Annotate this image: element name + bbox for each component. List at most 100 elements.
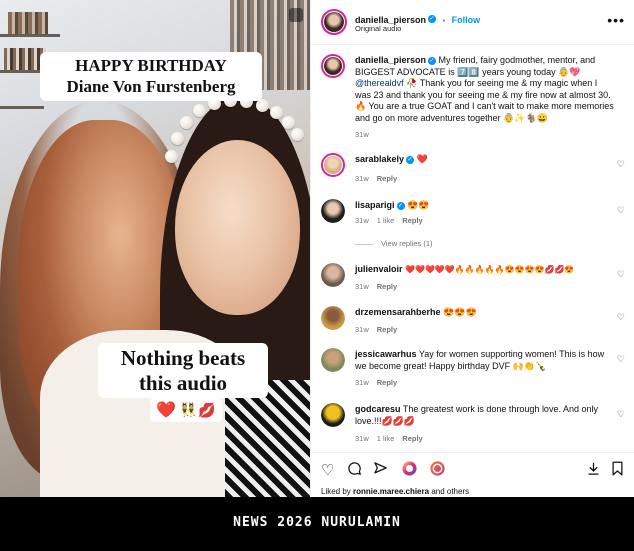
separator: • <box>442 16 446 25</box>
commenter-username[interactable]: jessicawarhus <box>355 349 417 359</box>
commenter-username[interactable]: drzemensarahberhe <box>355 307 441 317</box>
author-avatar[interactable] <box>321 54 345 78</box>
birthday-caption: HAPPY BIRTHDAY Diane Von Furstenberg <box>40 52 262 101</box>
view-replies-button[interactable]: View replies (1) <box>355 239 433 248</box>
avatar-image <box>321 403 345 427</box>
commenter-avatar[interactable] <box>321 263 345 287</box>
post-photo[interactable]: HAPPY BIRTHDAY Diane Von Furstenberg Not… <box>0 0 310 497</box>
bookmark-icon[interactable] <box>611 461 624 480</box>
comment-likes[interactable]: 1 like <box>377 434 395 443</box>
audio-caption: Nothing beats this audio <box>98 343 268 398</box>
comment-item: sarablakely ✓ ❤️ 31w Reply ♡ <box>321 153 631 187</box>
caption-line: BIGGEST ADVOCATE is 7️⃣8️⃣ years young t… <box>355 66 581 77</box>
caption-text: daniella_pierson ✓ My friend, fairy godmo… <box>355 55 625 141</box>
pearl <box>180 116 193 129</box>
comment-meta: 31w Reply <box>355 378 405 387</box>
comment-item: julienvaloir ❤️❤️❤️❤️❤️🔥🔥🔥🔥🔥😍😍😍😍💋💋😍 31w R… <box>321 263 631 297</box>
heart-emoji: ❤️ <box>156 402 177 419</box>
more-horizontal-icon[interactable]: ••• <box>607 12 625 28</box>
download-icon[interactable] <box>586 461 601 480</box>
follow-button[interactable]: Follow <box>452 15 481 25</box>
comment-text: lisaparigi ✓ 😍😍 <box>355 200 615 212</box>
bookshelf <box>0 34 60 37</box>
comment-item: jessicawarhus Yay for women supporting w… <box>321 348 631 392</box>
watermark-bar: NEWS 2026 NURULAMIN <box>0 497 634 551</box>
post-sidebar: daniella_pierson ✓ • Follow Original audi… <box>310 0 634 497</box>
comment-time: 31w <box>355 378 369 387</box>
post-header: daniella_pierson ✓ • Follow Original audi… <box>311 0 634 45</box>
commenter-avatar[interactable] <box>321 348 345 372</box>
pearl <box>171 132 184 145</box>
verified-badge-icon: ✓ <box>406 155 415 164</box>
avatar-image <box>321 306 345 330</box>
pearl <box>165 150 178 163</box>
comment-line: godcaresu The greatest work is done thro… <box>355 404 615 416</box>
pearl <box>270 106 283 119</box>
avatar-image <box>324 57 342 75</box>
comment-meta: 31w Reply <box>355 174 405 183</box>
heart-outline-icon[interactable]: ♡ <box>617 269 625 280</box>
audio-link[interactable]: Original audio <box>355 24 401 33</box>
heart-outline-icon[interactable]: ♡ <box>617 409 625 420</box>
comment-text: julienvaloir ❤️❤️❤️❤️❤️🔥🔥🔥🔥🔥😍😍😍😍💋💋😍 <box>355 264 615 276</box>
commenter-avatar[interactable] <box>321 199 345 223</box>
liked-by-user[interactable]: ronnie.maree.chiera <box>353 487 429 496</box>
comment-body: 😍😍😍 <box>443 307 477 317</box>
heart-outline-icon[interactable]: ♡ <box>321 461 334 479</box>
heart-outline-icon[interactable]: ♡ <box>617 354 625 365</box>
comment-time: 31w <box>355 216 369 225</box>
comment-meta: 31w Reply <box>355 325 405 334</box>
send-icon[interactable] <box>373 461 388 480</box>
liked-by-line: Liked by ronnie.maree.chiera and others <box>321 487 469 496</box>
post-time: 31w <box>355 130 369 139</box>
caption-text-part: 🥀 Thank you for seeing me & my magic whe… <box>406 78 598 88</box>
comment-icon[interactable] <box>347 461 362 480</box>
avatar-image <box>321 263 345 287</box>
caption-text-part: My friend, fairy godmother, mentor, and <box>438 55 596 65</box>
comment-line: love.!!!💋💋💋 <box>355 415 416 426</box>
bookshelf <box>0 106 44 109</box>
comment-body: The greatest work is done through love. … <box>402 404 598 414</box>
audio-indicator-icon[interactable] <box>289 8 303 22</box>
pearl <box>282 116 295 129</box>
reply-button[interactable]: Reply <box>377 325 397 334</box>
caption-line: @therealdvf 🥀 Thank you for seeing me & … <box>355 78 625 90</box>
comment-time: 31w <box>355 282 369 291</box>
commenter-username[interactable]: godcaresu <box>355 404 401 414</box>
caption-line: Nothing beats <box>120 346 246 370</box>
heart-outline-icon[interactable]: ♡ <box>617 312 625 323</box>
comment-time: 31w <box>355 174 369 183</box>
commenter-avatar[interactable] <box>321 306 345 330</box>
comment-text: godcaresu The greatest work is done thro… <box>355 404 615 427</box>
reply-button[interactable]: Reply <box>377 282 397 291</box>
commenter-username[interactable]: sarablakely <box>355 154 404 164</box>
verified-badge-icon: ✓ <box>396 201 405 210</box>
comment-body: 😍😍 <box>407 200 430 210</box>
comment-meta: 31w 1 like Reply <box>355 434 431 443</box>
reply-button[interactable]: Reply <box>402 216 422 225</box>
comment-time: 31w <box>355 325 369 334</box>
comment-text: sarablakely ✓ ❤️ <box>355 154 615 166</box>
pearl <box>291 128 304 141</box>
remix-icon[interactable] <box>401 460 418 481</box>
caption-line: daniella_pierson ✓ My friend, fairy godmo… <box>355 55 625 67</box>
caption-username[interactable]: daniella_pierson <box>355 55 426 65</box>
comment-likes[interactable]: 1 like <box>377 216 395 225</box>
liked-by-suffix[interactable]: and others <box>431 487 469 496</box>
reply-button[interactable]: Reply <box>377 378 397 387</box>
reply-button[interactable]: Reply <box>402 434 422 443</box>
caption-emoji-row: ❤️ 👯 💋 <box>150 398 222 422</box>
reply-button[interactable]: Reply <box>377 174 397 183</box>
lips-emoji: 💋 <box>198 401 216 418</box>
mention-link[interactable]: @therealdvf <box>355 78 404 88</box>
commenter-avatar[interactable] <box>321 403 345 427</box>
heart-outline-icon[interactable]: ♡ <box>617 205 625 216</box>
commenter-username[interactable]: lisaparigi <box>355 200 395 210</box>
watermark-text: NEWS 2026 NURULAMIN <box>233 515 401 530</box>
author-avatar[interactable] <box>321 9 347 35</box>
avatar-image <box>324 156 342 174</box>
heart-outline-icon[interactable]: ♡ <box>617 159 625 170</box>
commenter-username[interactable]: julienvaloir <box>355 264 403 274</box>
commenter-avatar[interactable] <box>321 153 345 177</box>
sticker-icon[interactable] <box>429 460 446 481</box>
